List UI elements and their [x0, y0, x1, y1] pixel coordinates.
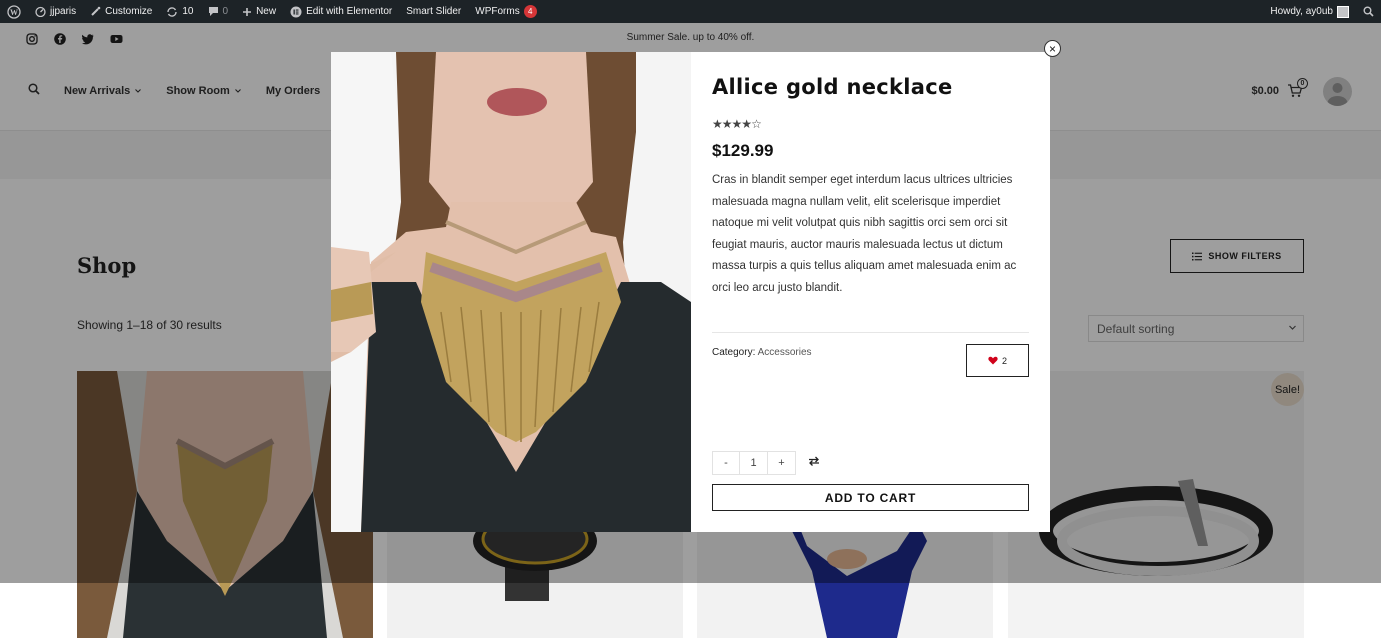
quantity-input[interactable]: 1: [740, 451, 768, 475]
admin-search-icon[interactable]: [1356, 0, 1381, 23]
wp-admin-bar: W jjparis Customize 10 0 New Edit with E…: [0, 0, 1381, 23]
quantity-decrease-button[interactable]: -: [712, 451, 740, 475]
admin-customize-label: Customize: [105, 6, 153, 17]
brush-icon: [91, 6, 101, 16]
admin-howdy-label: Howdy, ay0ub: [1270, 6, 1333, 17]
category-label: Category:: [712, 347, 756, 358]
quick-view-product-image: [331, 52, 691, 532]
wordpress-logo-icon[interactable]: W: [0, 0, 28, 23]
admin-updates-link[interactable]: 10: [159, 0, 200, 23]
admin-site-link[interactable]: jjparis: [28, 0, 83, 23]
admin-new-label: New: [256, 6, 277, 17]
admin-wpforms-link[interactable]: WPForms 4: [468, 0, 543, 23]
wpforms-notification-badge: 4: [523, 5, 537, 18]
star-filled-icon: ★: [731, 117, 743, 131]
admin-customize-link[interactable]: Customize: [83, 0, 159, 23]
admin-smart-slider-link[interactable]: Smart Slider: [399, 0, 468, 23]
divider: [712, 332, 1029, 333]
admin-site-name: jjparis: [50, 6, 77, 17]
category-link[interactable]: Accessories: [758, 347, 812, 358]
admin-updates-count: 10: [182, 6, 194, 17]
dashboard-icon: [35, 6, 46, 17]
svg-text:W: W: [10, 8, 18, 17]
quantity-increase-button[interactable]: +: [768, 451, 796, 475]
wishlist-count: 2: [1001, 355, 1007, 366]
wishlist-button[interactable]: 2: [966, 344, 1029, 377]
star-empty-icon: ☆: [751, 117, 762, 131]
star-filled-icon: ★: [721, 117, 733, 131]
admin-wpforms-label: WPForms: [475, 6, 520, 17]
elementor-icon: [290, 6, 302, 17]
add-to-cart-button[interactable]: ADD TO CART: [712, 484, 1029, 511]
product-category: Category: Accessories: [712, 347, 812, 358]
admin-comments-link[interactable]: 0: [201, 0, 236, 23]
plus-icon: [243, 7, 252, 16]
admin-comments-count: 0: [222, 6, 229, 17]
quick-view-modal: Allice gold necklace ★★★★☆ $129.99 Cras …: [331, 52, 1050, 532]
updates-icon: [167, 6, 178, 17]
admin-elementor-label: Edit with Elementor: [306, 6, 393, 17]
comment-icon: [208, 7, 218, 16]
star-rating: ★★★★☆: [712, 117, 762, 131]
heart-icon: [988, 356, 998, 365]
star-filled-icon: ★: [741, 117, 752, 131]
admin-account-link[interactable]: Howdy, ay0ub: [1263, 0, 1356, 23]
admin-new-link[interactable]: New: [235, 0, 283, 23]
admin-elementor-link[interactable]: Edit with Elementor: [283, 0, 399, 23]
quantity-stepper: - 1 +: [712, 451, 796, 475]
product-price: $129.99: [712, 141, 774, 160]
product-title: Allice gold necklace: [712, 75, 953, 99]
admin-avatar: [1337, 5, 1349, 18]
star-filled-icon: ★: [712, 117, 723, 131]
close-modal-button[interactable]: ×: [1044, 40, 1061, 57]
product-description: Cras in blandit semper eget interdum lac…: [712, 174, 1017, 294]
compare-icon[interactable]: [808, 454, 820, 472]
admin-smart-slider-label: Smart Slider: [406, 6, 462, 17]
